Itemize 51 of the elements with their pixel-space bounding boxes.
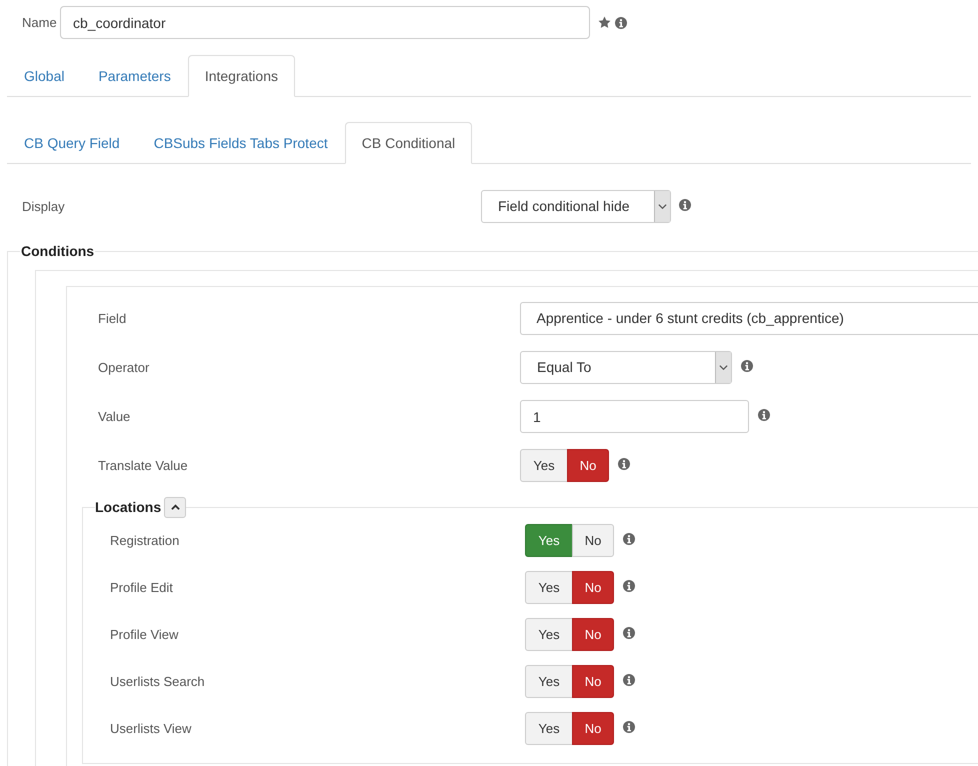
no-button[interactable]: No	[572, 665, 614, 698]
info-icon[interactable]	[618, 458, 630, 470]
select-dropdown[interactable]: Apprentice - under 6 stunt credits (cb_apprentice)	[520, 302, 978, 335]
name-input[interactable]: cb_coordinator	[60, 6, 590, 39]
info-icon[interactable]	[623, 674, 635, 686]
caret-icon	[658, 202, 667, 211]
no-button[interactable]: No	[567, 449, 609, 482]
info-icon[interactable]	[623, 580, 635, 592]
section-title: Locations	[95, 498, 162, 517]
yes-button[interactable]: Yes	[525, 524, 573, 557]
tab[interactable]: CB Conditional	[344, 122, 472, 164]
field-label: Value	[98, 408, 132, 426]
value-input[interactable]: 1	[520, 400, 749, 433]
field-label: Name	[22, 14, 58, 32]
section-title: Conditions	[20, 242, 96, 261]
field-label: Registration	[110, 532, 180, 550]
info-icon[interactable]	[741, 360, 753, 372]
tab[interactable]: Integrations	[188, 55, 295, 97]
tab[interactable]: Global	[7, 55, 82, 97]
yes-button[interactable]: Yes	[520, 449, 568, 482]
no-button[interactable]: No	[572, 524, 614, 557]
caret-icon	[170, 503, 180, 512]
field-label: Display	[22, 198, 66, 216]
star-icon	[598, 16, 611, 29]
tab[interactable]: CBSubs Fields Tabs Protect	[136, 122, 345, 164]
field-label: Userlists Search	[110, 672, 206, 691]
field-label: Profile Edit	[110, 578, 174, 597]
no-button[interactable]: No	[572, 571, 614, 604]
field-label: Userlists View	[110, 720, 192, 738]
field-label: Profile View	[110, 626, 180, 644]
no-button[interactable]: No	[572, 618, 614, 651]
info-icon[interactable]	[623, 626, 635, 638]
select-dropdown[interactable]: Field conditional hide	[481, 190, 671, 223]
info-icon[interactable]	[623, 720, 635, 732]
yes-button[interactable]: Yes	[525, 618, 573, 651]
info-icon[interactable]	[615, 16, 627, 28]
tab[interactable]: Parameters	[81, 55, 188, 97]
field-label: Translate Value	[98, 456, 189, 475]
yes-button[interactable]: Yes	[525, 571, 573, 604]
field-label: Operator	[98, 358, 150, 377]
select-dropdown[interactable]: Equal To	[520, 351, 732, 384]
collapse-button[interactable]	[164, 497, 186, 518]
tab[interactable]: CB Query Field	[7, 122, 137, 164]
yes-button[interactable]: Yes	[525, 665, 573, 698]
no-button[interactable]: No	[572, 712, 614, 745]
info-icon[interactable]	[623, 532, 635, 544]
field-label: Field	[98, 310, 128, 328]
caret-icon	[719, 363, 728, 372]
info-icon[interactable]	[679, 198, 691, 210]
info-icon[interactable]	[758, 408, 770, 420]
yes-button[interactable]: Yes	[525, 712, 573, 745]
